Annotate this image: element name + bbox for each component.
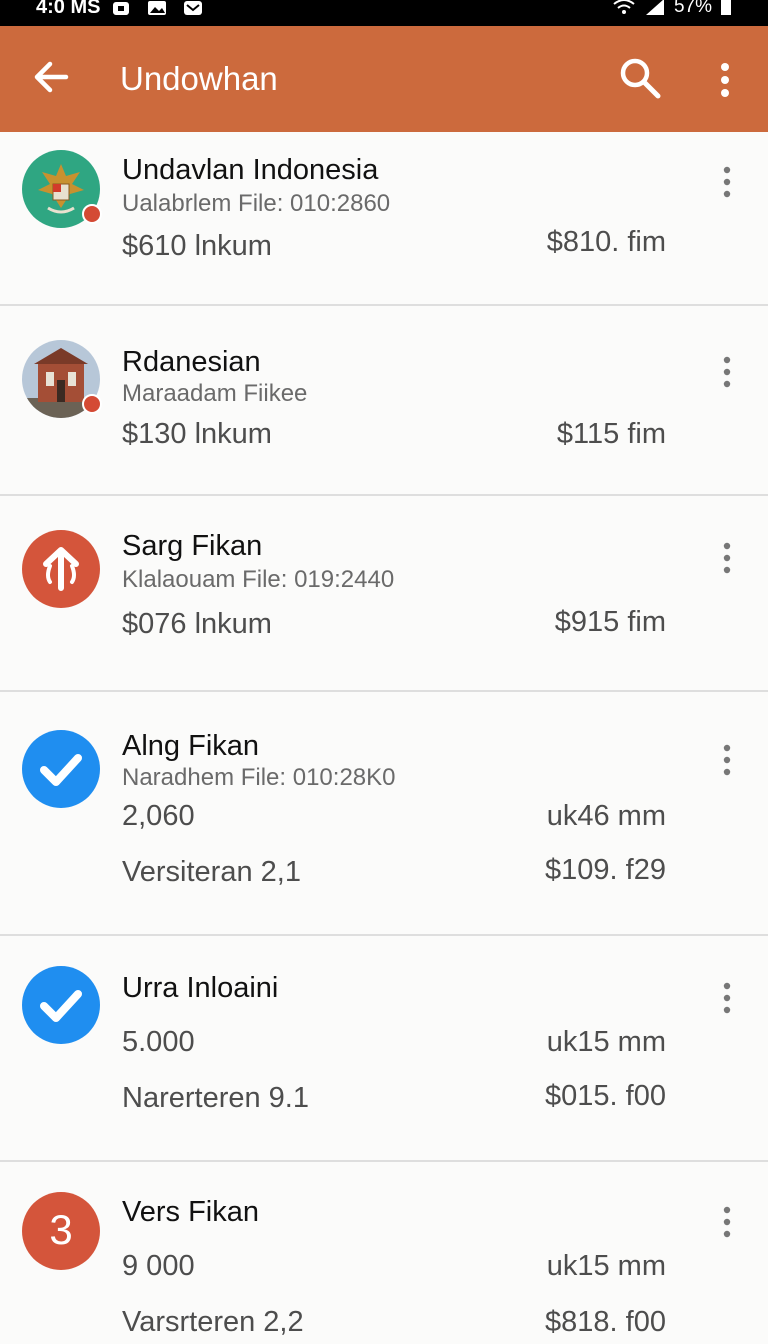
item-avatar — [22, 730, 100, 808]
back-arrow-icon[interactable] — [30, 56, 72, 98]
item-subtitle: Klalaouam File: 019:2440 — [122, 566, 395, 593]
item-value-left: $076 lnkum — [122, 608, 272, 640]
list-item[interactable]: Sarg Fikan Klalaouam File: 019:2440 $076… — [0, 496, 768, 692]
list-item[interactable]: 3 Vers Fikan 9 000 uk15 mm Varsrteren 2,… — [0, 1162, 768, 1344]
page-title: Undowhan — [120, 60, 278, 97]
item-value-right: uk15 mm — [546, 1026, 666, 1058]
check-circle-icon — [22, 966, 100, 1044]
item-subtitle: Naradhem File: 010:28K0 — [122, 764, 396, 791]
check-circle-icon — [22, 730, 100, 808]
more-vertical-icon[interactable] — [710, 58, 740, 102]
more-vertical-icon[interactable] — [712, 1202, 742, 1242]
item-value-right: $810. fim — [546, 226, 666, 258]
lock-notification-icon — [113, 1, 130, 15]
item-title: Rdanesian — [122, 346, 261, 378]
item-value-left: 2,060 — [122, 800, 195, 832]
item-value-left: 9 000 — [122, 1250, 195, 1282]
battery-percent: 57% — [673, 0, 712, 17]
more-vertical-icon[interactable] — [712, 538, 742, 578]
more-vertical-icon[interactable] — [712, 978, 742, 1018]
item-value-left: $610 lnkum — [122, 230, 272, 262]
more-vertical-icon[interactable] — [712, 162, 742, 202]
item-title: Urra Inloaini — [122, 972, 279, 1004]
item-value-right: uk15 mm — [546, 1250, 666, 1282]
item-title: Alng Fikan — [122, 730, 260, 762]
item-avatar — [22, 530, 100, 608]
more-vertical-icon[interactable] — [712, 352, 742, 392]
item-avatar — [22, 966, 100, 1044]
item-value-right-secondary: $015. f00 — [545, 1080, 666, 1112]
item-avatar: 3 — [22, 1192, 100, 1270]
app-bar: Undowhan — [0, 26, 768, 132]
item-value-right-secondary: $109. f29 — [545, 854, 666, 886]
image-notification-icon — [148, 0, 167, 15]
wifi-icon — [613, 0, 635, 14]
list-item[interactable]: Undavlan Indonesia Ualabrlem File: 010:2… — [0, 132, 768, 306]
item-title: Sarg Fikan — [122, 530, 263, 562]
item-value-right-secondary: $818. f00 — [545, 1306, 666, 1338]
item-value-right: $115 fim — [556, 418, 666, 450]
status-time: 4:0 MS — [36, 0, 101, 18]
battery-icon — [721, 0, 731, 15]
item-subtitle: Maraadam Fiikee — [122, 380, 308, 407]
item-value-left: $130 lnkum — [122, 418, 272, 450]
item-avatar — [22, 150, 102, 228]
item-title: Undavlan Indonesia — [122, 154, 379, 186]
list-item[interactable]: Urra Inloaini 5.000 uk15 mm Narerteren 9… — [0, 936, 768, 1162]
avatar-number: 3 — [49, 1206, 73, 1253]
status-left: 4:0 MS — [36, 0, 204, 19]
item-subtitle: Ualabrlem File: 010:2860 — [122, 190, 391, 217]
list-item[interactable]: Alng Fikan Naradhem File: 010:28K0 2,060… — [0, 692, 768, 936]
item-value-left: 5.000 — [122, 1026, 195, 1058]
item-avatar — [22, 340, 102, 418]
signal-icon — [645, 0, 664, 15]
item-value-left-secondary: Varsrteren 2,2 — [122, 1306, 304, 1338]
mail-notification-icon — [184, 0, 203, 15]
status-right: 57% — [612, 0, 732, 18]
status-dot — [82, 394, 102, 414]
list-item[interactable]: Rdanesian Maraadam Fiikee $130 lnkum $11… — [0, 306, 768, 496]
item-title: Vers Fikan — [122, 1196, 259, 1228]
search-icon[interactable] — [616, 54, 664, 102]
item-value-left-secondary: Narerteren 9.1 — [122, 1082, 309, 1114]
item-value-right: $915 fim — [554, 606, 666, 638]
more-vertical-icon[interactable] — [712, 740, 742, 780]
item-value-right: uk46 mm — [546, 800, 666, 832]
item-value-left-secondary: Versiteran 2,1 — [122, 856, 301, 888]
arrow-up-icon — [22, 530, 100, 608]
status-dot — [82, 204, 102, 224]
status-bar: 4:0 MS 57% — [0, 0, 768, 26]
